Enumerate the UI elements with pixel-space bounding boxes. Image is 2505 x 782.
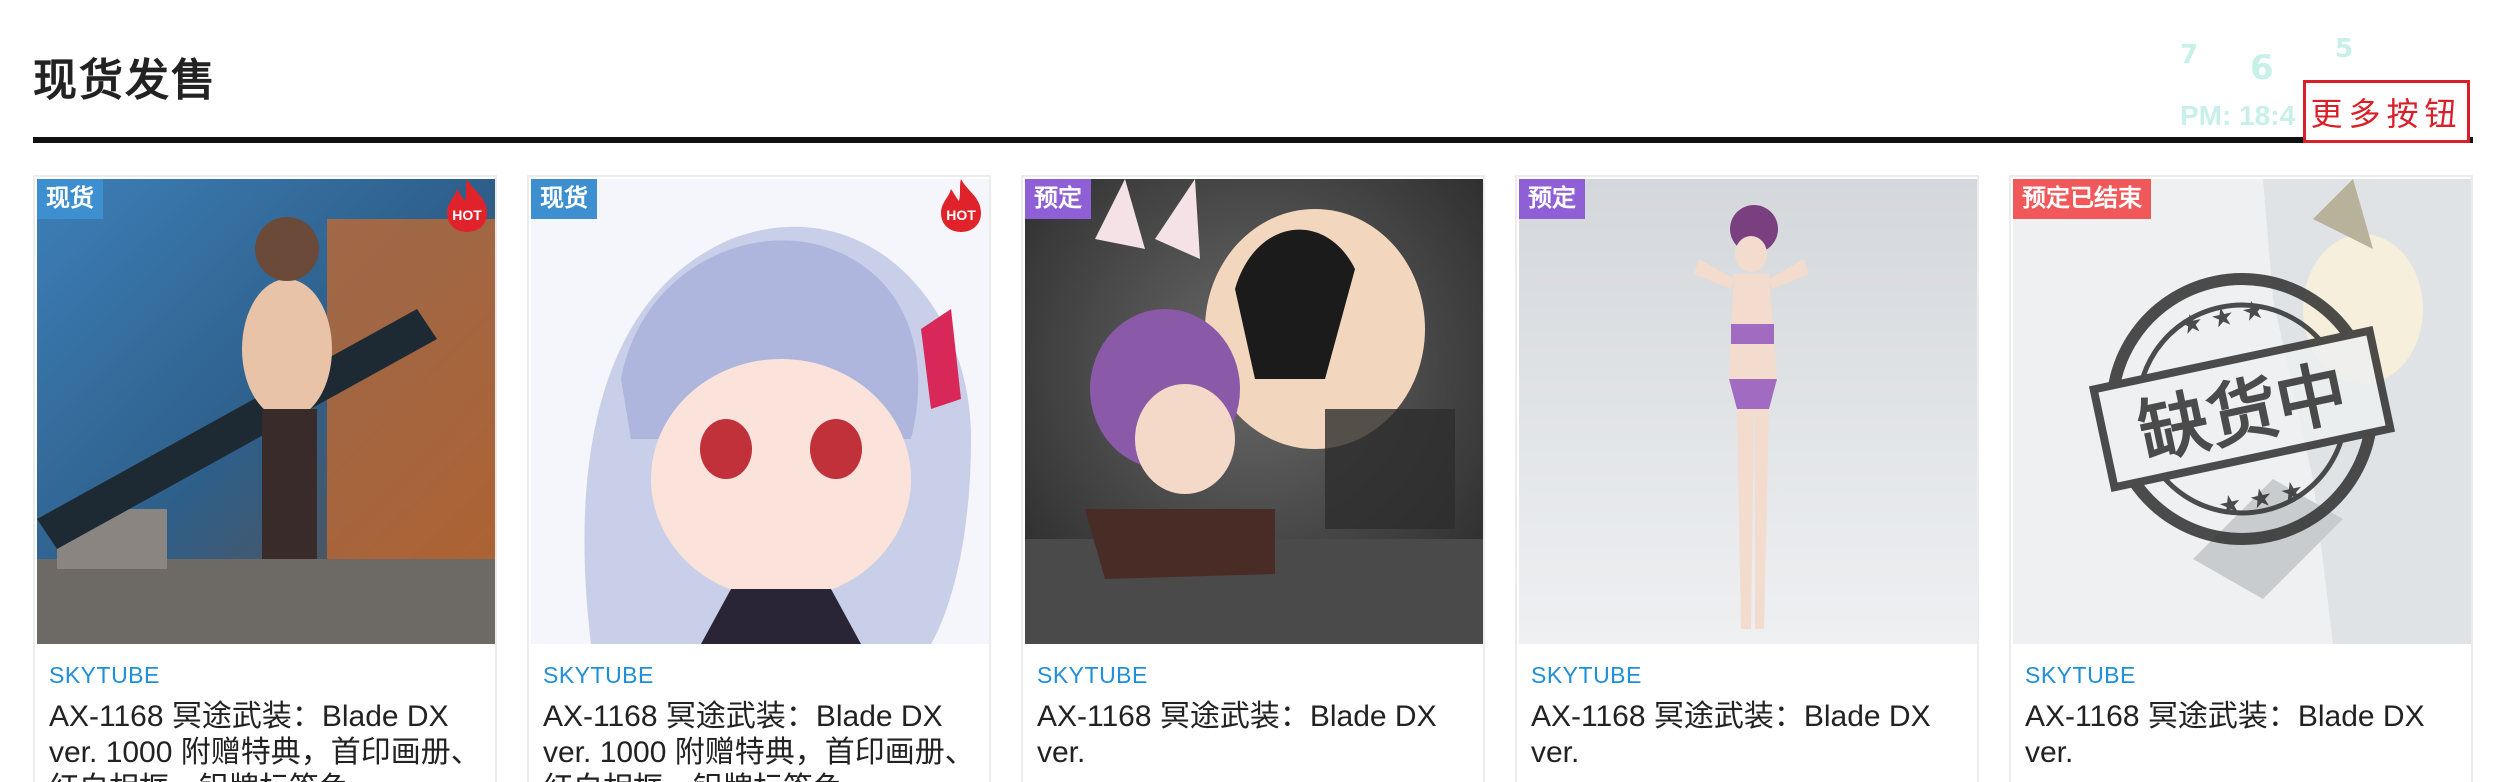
- brand-link[interactable]: SKYTUBE: [49, 662, 160, 689]
- product-image[interactable]: [1519, 179, 1977, 644]
- more-button[interactable]: 更多按钮: [2303, 80, 2470, 143]
- status-badge: 预定: [1519, 179, 1585, 219]
- hot-label: HOT: [946, 207, 976, 223]
- hot-icon: HOT: [941, 179, 981, 232]
- product-title[interactable]: AX-1168 冥途武装：Blade DX ver.: [1037, 699, 1477, 771]
- status-badge: 现货: [37, 179, 103, 219]
- hot-icon: HOT: [447, 179, 487, 232]
- product-title[interactable]: AX-1168 冥途武装：Blade DX ver.: [1531, 699, 1971, 771]
- clock-number: 6: [2250, 48, 2274, 88]
- product-card[interactable]: 缺货中 ★ ★ ★ ★ ★ ★ 预定已结束 SKYTUBE AX-1168 冥途…: [2009, 175, 2473, 782]
- clock-time: PM: 18:4: [2180, 100, 2296, 131]
- product-image[interactable]: [37, 179, 495, 644]
- status-badge: 预定已结束: [2013, 179, 2151, 219]
- brand-link[interactable]: SKYTUBE: [1531, 662, 1642, 689]
- product-title[interactable]: AX-1168 冥途武装：Blade DX ver. 1000 附赠特典，首印画…: [543, 699, 983, 782]
- clock-number: 5: [2335, 34, 2354, 64]
- brand-link[interactable]: SKYTUBE: [2025, 662, 2136, 689]
- product-image[interactable]: [1025, 179, 1483, 644]
- product-card[interactable]: 预定 SKYTUBE AX-1168 冥途武装：Blade DX ver.: [1515, 175, 1979, 782]
- clock-number: 7: [2180, 40, 2199, 70]
- out-of-stock-stamp: 缺货中 ★ ★ ★ ★ ★ ★: [2088, 273, 2396, 545]
- svg-text:★ ★ ★: ★ ★ ★: [2216, 475, 2307, 522]
- product-image[interactable]: 缺货中 ★ ★ ★ ★ ★ ★: [2013, 179, 2471, 644]
- section-title: 现货发售: [33, 56, 217, 105]
- svg-text:★ ★ ★: ★ ★ ★: [2177, 294, 2268, 341]
- product-grid: 现货 HOT SKYTUBE AX-1168 冥途武装：Blade DX ver…: [33, 175, 2473, 782]
- status-badge: 预定: [1025, 179, 1091, 219]
- section-header: 现货发售: [33, 0, 2473, 144]
- product-card[interactable]: 现货 HOT SKYTUBE AX-1168 冥途武装：Blade DX ver…: [33, 175, 497, 782]
- product-title[interactable]: AX-1168 冥途武装：Blade DX ver.: [2025, 699, 2465, 771]
- product-image[interactable]: [531, 179, 989, 644]
- section-divider: [33, 137, 2473, 143]
- product-card[interactable]: 预定 SKYTUBE AX-1168 冥途武装：Blade DX ver.: [1021, 175, 1485, 782]
- product-card[interactable]: 现货 HOT SKYTUBE AX-1168 冥途武装：Blade DX ver…: [527, 175, 991, 782]
- brand-link[interactable]: SKYTUBE: [1037, 662, 1148, 689]
- product-title[interactable]: AX-1168 冥途武装：Blade DX ver. 1000 附赠特典，首印画…: [49, 699, 489, 782]
- brand-link[interactable]: SKYTUBE: [543, 662, 654, 689]
- hot-label: HOT: [452, 207, 482, 223]
- status-badge: 现货: [531, 179, 597, 219]
